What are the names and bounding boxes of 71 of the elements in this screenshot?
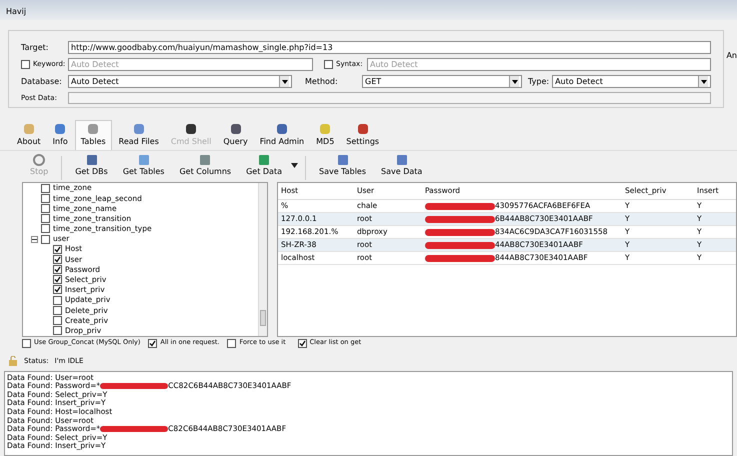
toolbar-tab[interactable]: About bbox=[12, 120, 46, 150]
database-label: Database: bbox=[21, 76, 63, 88]
checkbox[interactable] bbox=[53, 285, 62, 294]
type-dropdown[interactable]: Auto Detect bbox=[552, 75, 712, 88]
checkbox[interactable] bbox=[22, 338, 31, 348]
redaction-mark bbox=[425, 242, 495, 248]
target-label: Target: bbox=[21, 42, 50, 54]
toolbar-tab[interactable]: Tables bbox=[74, 120, 112, 150]
tool-icon bbox=[184, 122, 198, 136]
checkbox[interactable] bbox=[41, 214, 50, 224]
checkbox[interactable] bbox=[53, 326, 62, 336]
tool-icon bbox=[138, 154, 150, 166]
checkbox[interactable] bbox=[324, 60, 333, 69]
tool-icon bbox=[396, 154, 408, 166]
window-title: Havij bbox=[6, 6, 26, 18]
tool-icon bbox=[86, 122, 100, 136]
action-button[interactable]: Save Data bbox=[375, 152, 428, 180]
toolbar-tab[interactable]: MD5 bbox=[311, 120, 340, 150]
lock-icon bbox=[8, 356, 18, 366]
action-button[interactable]: Save Tables bbox=[312, 152, 372, 180]
method-label: Method: bbox=[305, 76, 339, 88]
dropdown-arrow-icon[interactable] bbox=[290, 163, 298, 168]
action-button[interactable]: Get Tables bbox=[116, 152, 170, 180]
action-button[interactable]: Get Data bbox=[240, 152, 288, 180]
checkbox[interactable] bbox=[53, 265, 62, 274]
toolbar-tab[interactable]: Query bbox=[218, 120, 253, 150]
checkbox[interactable] bbox=[41, 234, 50, 244]
tool-icon bbox=[53, 122, 68, 136]
redaction-mark bbox=[425, 216, 495, 222]
scrollbar[interactable] bbox=[258, 183, 267, 336]
checkbox[interactable] bbox=[53, 275, 62, 284]
collapse-toggle[interactable] bbox=[31, 236, 38, 243]
tool-icon bbox=[199, 154, 212, 166]
checkbox[interactable] bbox=[53, 254, 62, 264]
tool-icon bbox=[336, 154, 348, 166]
action-button[interactable]: Get Columns bbox=[173, 152, 238, 180]
toolbar-tab[interactable]: Info bbox=[48, 120, 73, 150]
redaction-mark bbox=[425, 202, 495, 210]
toolbar-tab[interactable]: Settings bbox=[341, 120, 384, 150]
checkbox[interactable] bbox=[41, 204, 50, 213]
cut-label: An bbox=[726, 50, 737, 62]
action-button[interactable]: Get DBs bbox=[69, 152, 114, 180]
tool-icon bbox=[318, 122, 332, 136]
database-dropdown[interactable]: Auto Detect bbox=[68, 75, 292, 88]
redaction-mark bbox=[425, 228, 495, 236]
tool-icon bbox=[22, 122, 36, 136]
checkbox[interactable] bbox=[21, 60, 30, 69]
tool-icon bbox=[356, 122, 370, 136]
checkbox[interactable] bbox=[227, 338, 236, 348]
method-dropdown[interactable]: GET bbox=[362, 75, 522, 88]
checkbox[interactable] bbox=[53, 306, 62, 315]
checkbox[interactable] bbox=[53, 296, 62, 305]
checkbox[interactable] bbox=[41, 224, 50, 234]
tool-icon bbox=[228, 122, 243, 136]
type-label: Type: bbox=[528, 76, 550, 88]
checkbox[interactable] bbox=[41, 194, 50, 203]
toolbar-tab[interactable]: Read Files bbox=[114, 120, 164, 150]
tool-icon bbox=[132, 122, 146, 136]
tool-icon bbox=[86, 154, 98, 166]
tool-icon bbox=[258, 154, 270, 166]
toolbar-tab[interactable]: Find Admin bbox=[254, 120, 310, 150]
target-field[interactable]: http://www.goodbaby.com/huaiyun/mamashow_single.php?id=13 bbox=[68, 41, 712, 54]
checkbox[interactable] bbox=[148, 338, 158, 348]
checkbox[interactable] bbox=[41, 184, 50, 193]
checkbox[interactable] bbox=[53, 316, 62, 326]
checkbox[interactable] bbox=[298, 338, 307, 348]
post-data-field[interactable] bbox=[68, 92, 712, 104]
redaction-mark bbox=[425, 254, 495, 262]
tool-icon bbox=[33, 154, 46, 166]
tool-icon bbox=[274, 122, 289, 136]
checkbox[interactable] bbox=[53, 244, 62, 254]
